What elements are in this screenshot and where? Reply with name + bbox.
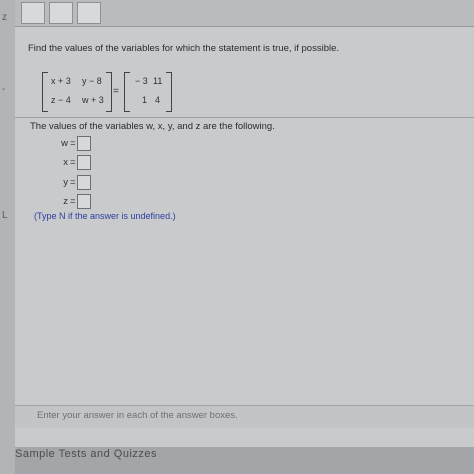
equals-sign: = [70,157,76,168]
answer-box-x[interactable] [77,155,91,170]
section-divider [15,117,474,118]
answer-box-z[interactable] [77,194,91,209]
gutter-mark: z [2,12,7,23]
right-bracket [166,72,172,112]
hint-text: (Type N if the answer is undefined.) [34,211,176,221]
left-bracket [42,72,48,112]
toolbar-button[interactable] [21,2,45,24]
matrix-cell: z − 4 [51,95,71,105]
instruction-bar: Enter your answer in each of the answer … [15,405,474,428]
matrix-cell: 11 [153,76,163,86]
equals-sign: = [113,86,119,97]
variable-label: w [61,138,68,149]
matrix-cell: 4 [155,95,161,105]
equals-sign: = [70,196,76,207]
answer-box-y[interactable] [77,175,91,190]
equals-sign: = [70,138,76,149]
bottom-link[interactable]: Sample Tests and Quizzes [15,448,157,460]
right-bracket [106,72,112,112]
left-bracket [124,72,130,112]
toolbar-button[interactable] [49,2,73,24]
equals-sign: = [70,177,76,188]
matrix-cell: x + 3 [51,76,71,86]
gutter-mark: - [2,84,6,95]
variable-label: y [63,177,68,188]
right-matrix: − 3 11 1 4 [124,72,172,112]
gutter-mark: L [2,210,8,221]
instruction-text: Enter your answer in each of the answer … [37,410,238,421]
top-toolbar [15,0,474,27]
matrix-cell: − 3 [135,76,148,86]
toolbar-button[interactable] [77,2,101,24]
values-intro: The values of the variables w, x, y, and… [30,121,275,132]
variable-label: x [63,157,68,168]
left-gutter: z - L [0,0,15,474]
question-text: Find the values of the variables for whi… [28,43,340,54]
matrix-cell: 1 [142,95,148,105]
matrix-cell: y − 8 [82,76,102,86]
variable-label: z [63,196,68,207]
matrix-cell: w + 3 [82,95,104,105]
left-matrix: x + 3 y − 8 z − 4 w + 3 [42,72,112,112]
answer-box-w[interactable] [77,136,91,151]
